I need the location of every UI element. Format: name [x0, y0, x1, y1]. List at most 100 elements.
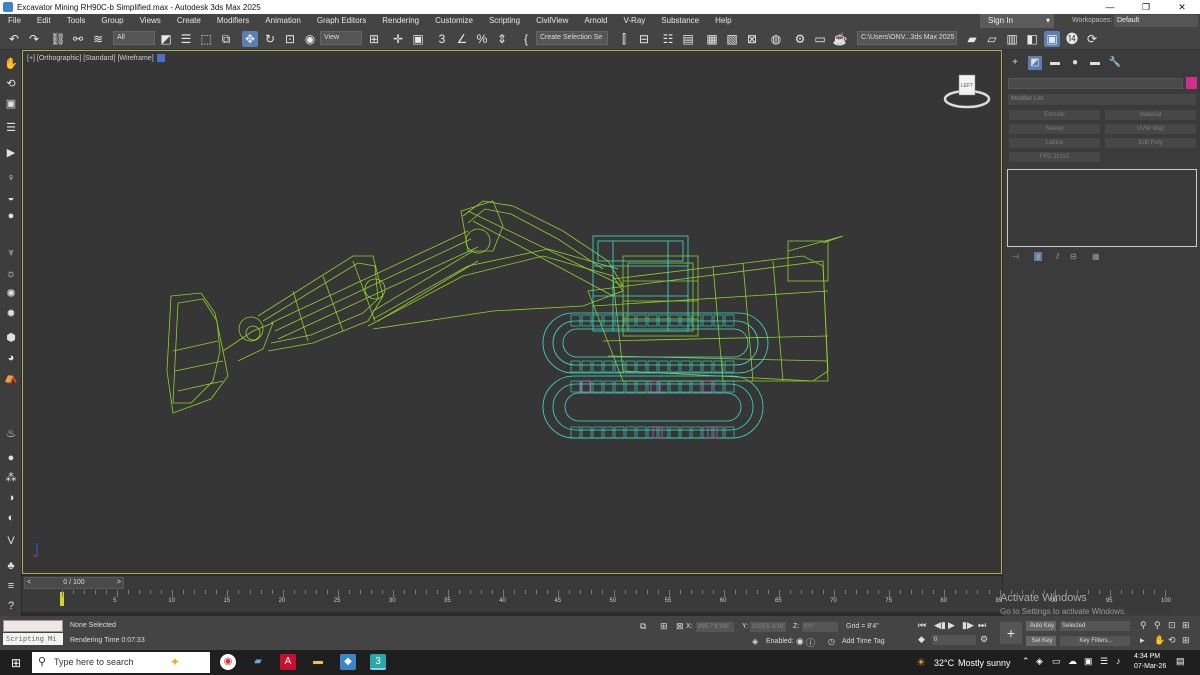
- teapot-icon[interactable]: ♨: [3, 426, 19, 442]
- menu-substance[interactable]: Substance: [653, 14, 707, 28]
- tray-volume-icon[interactable]: ♪: [1116, 656, 1121, 666]
- orbit-view-icon[interactable]: ⟲: [1168, 635, 1176, 646]
- clock-date[interactable]: 07-Mar-26: [1134, 663, 1166, 670]
- edit-named-selection-icon[interactable]: {: [518, 31, 534, 47]
- object-name-field[interactable]: [1008, 78, 1183, 89]
- window-crossing-icon[interactable]: ⧉: [218, 31, 234, 47]
- menu-arnold[interactable]: Arnold: [576, 14, 615, 28]
- taskbar-search-box[interactable]: ⚲ Type here to search ✦: [32, 652, 210, 673]
- add-time-tag-button[interactable]: Add Time Tag: [842, 638, 885, 645]
- tray-onedrive-icon[interactable]: ☁: [1068, 656, 1077, 667]
- render-setup-icon[interactable]: ⚙: [792, 31, 808, 47]
- civilview-icon[interactable]: ⓮: [1064, 31, 1080, 47]
- tray-screen-icon[interactable]: ▭: [1052, 656, 1061, 667]
- uvw-map-button[interactable]: UVW Map: [1105, 124, 1196, 134]
- spinner-snap-icon[interactable]: ⇕: [494, 31, 510, 47]
- curve-editor-icon[interactable]: ▧: [724, 31, 740, 47]
- minimize-button[interactable]: —: [1092, 0, 1128, 14]
- object-color-swatch[interactable]: [1186, 77, 1197, 89]
- modify-tab-icon[interactable]: ◩: [1028, 56, 1042, 70]
- edit-poly-button[interactable]: Edit Poly: [1105, 138, 1196, 148]
- go-to-end-icon[interactable]: ⏭: [978, 620, 986, 631]
- tray-monitor-icon[interactable]: ▣: [1084, 656, 1093, 667]
- next-frame-icon[interactable]: ▮▶: [962, 620, 974, 631]
- video-camera-icon[interactable]: ▶: [3, 145, 19, 161]
- hierarchy-tab-icon[interactable]: ▬: [1048, 56, 1062, 70]
- sign-in-button[interactable]: Sign In ▾: [980, 14, 1054, 28]
- vray-icon[interactable]: V: [3, 533, 19, 549]
- y-coordinate-field[interactable]: 1025'5 1/16": [750, 622, 786, 632]
- sweep-button[interactable]: Sweep: [1009, 124, 1100, 134]
- menu-views[interactable]: Views: [132, 14, 169, 28]
- chrome-icon[interactable]: ◉: [220, 654, 236, 670]
- modifier-list-select[interactable]: Modifier List: [1008, 94, 1196, 105]
- layer-explorer-icon[interactable]: ▤: [680, 31, 696, 47]
- menu-create[interactable]: Create: [169, 14, 209, 28]
- select-manipulate-icon[interactable]: ✛: [390, 31, 406, 47]
- material-editor-icon[interactable]: ◍: [768, 31, 784, 47]
- tree-icon[interactable]: ♣: [3, 558, 19, 574]
- zoom-extents-icon[interactable]: ⊡: [1168, 620, 1176, 631]
- adaptive-degradation-icon[interactable]: ◉: [796, 636, 804, 647]
- menu-group[interactable]: Group: [93, 14, 131, 28]
- rectangular-selection-icon[interactable]: ⬚: [198, 31, 214, 47]
- menu-edit[interactable]: Edit: [29, 14, 59, 28]
- ffd-button[interactable]: FFD 2x2x2: [1009, 152, 1100, 162]
- extrude-button[interactable]: Extrude: [1009, 110, 1100, 120]
- scene-explorer-icon[interactable]: ☷: [660, 31, 676, 47]
- ball-icon[interactable]: ●: [3, 450, 19, 466]
- previous-frame-icon[interactable]: ◀▮: [934, 620, 946, 631]
- lamp-icon[interactable]: ♀: [3, 170, 19, 186]
- viewcube[interactable]: LEFT: [943, 71, 993, 111]
- undo-icon[interactable]: ↶: [6, 31, 22, 47]
- configure-sets-icon[interactable]: ▦: [1092, 252, 1100, 261]
- menu-graph-editors[interactable]: Graph Editors: [309, 14, 374, 28]
- reference-coordinate-select[interactable]: View: [320, 31, 362, 45]
- zoom-icon[interactable]: ⚲: [1140, 620, 1147, 631]
- asset-tracking-icon[interactable]: ▱: [984, 31, 1000, 47]
- align-icon[interactable]: ⊟: [636, 31, 652, 47]
- selection-lock-icon[interactable]: ⊞: [660, 621, 668, 632]
- menu-tools[interactable]: Tools: [59, 14, 94, 28]
- render-production-icon[interactable]: ☕: [832, 31, 848, 47]
- move-icon[interactable]: ✥: [242, 31, 258, 47]
- file-explorer-icon[interactable]: ▬: [310, 654, 326, 670]
- redo-icon[interactable]: ↷: [26, 31, 42, 47]
- snap-toggle-icon[interactable]: 3: [434, 31, 450, 47]
- zoom-extents-all-icon[interactable]: ⊞: [1182, 620, 1190, 631]
- blender-3d-icon[interactable]: ◆: [340, 654, 356, 670]
- sphere-light-icon[interactable]: ●: [3, 208, 19, 224]
- orbit-icon[interactable]: ⟲: [3, 76, 19, 92]
- bulb-icon[interactable]: ◒: [3, 190, 19, 206]
- sun-icon[interactable]: ✺: [3, 286, 19, 302]
- selection-filter-select[interactable]: All: [113, 31, 155, 45]
- sphere-icon[interactable]: ◕: [3, 350, 19, 366]
- 3dsmax-taskbar-icon[interactable]: 3: [370, 654, 386, 670]
- slider-next-icon[interactable]: >: [117, 578, 121, 588]
- tray-wifi-icon[interactable]: ☰: [1100, 656, 1108, 667]
- remove-modifier-icon[interactable]: ⊟: [1070, 252, 1077, 261]
- percent-snap-icon[interactable]: %: [474, 31, 490, 47]
- make-unique-icon[interactable]: ⫽: [1056, 252, 1060, 262]
- mirror-icon[interactable]: ⫿: [616, 31, 632, 47]
- lattice-button[interactable]: Lattice: [1009, 138, 1100, 148]
- menu-icon[interactable]: ≡: [3, 578, 19, 594]
- render-icon[interactable]: ◐: [3, 510, 19, 526]
- time-slider-track[interactable]: [22, 576, 1002, 590]
- tripod-icon[interactable]: ⛺: [3, 370, 19, 386]
- project-folder-select[interactable]: C:\Users\ONV...3ds Max 2025: [857, 31, 957, 45]
- pan-view-icon[interactable]: ✋: [1154, 635, 1165, 646]
- particles-icon[interactable]: ⁂: [3, 470, 19, 486]
- modifier-stack[interactable]: [1007, 169, 1197, 247]
- go-to-start-icon[interactable]: ⏮: [918, 620, 926, 631]
- toggle-ribbon-icon[interactable]: ▦: [704, 31, 720, 47]
- clock-time[interactable]: 4:34 PM: [1134, 653, 1160, 660]
- unlink-icon[interactable]: ⚯: [70, 31, 86, 47]
- keyboard-shortcut-icon[interactable]: ▣: [410, 31, 426, 47]
- maximize-viewport-icon[interactable]: ⊞: [1182, 635, 1190, 646]
- viewport-layout-icon[interactable]: ◧: [1024, 31, 1040, 47]
- current-frame-field[interactable]: 0: [932, 635, 976, 645]
- scale-icon[interactable]: ⊡: [282, 31, 298, 47]
- maxscript-listener-output[interactable]: [3, 620, 63, 632]
- windows-start-icon[interactable]: ⊞: [8, 655, 24, 671]
